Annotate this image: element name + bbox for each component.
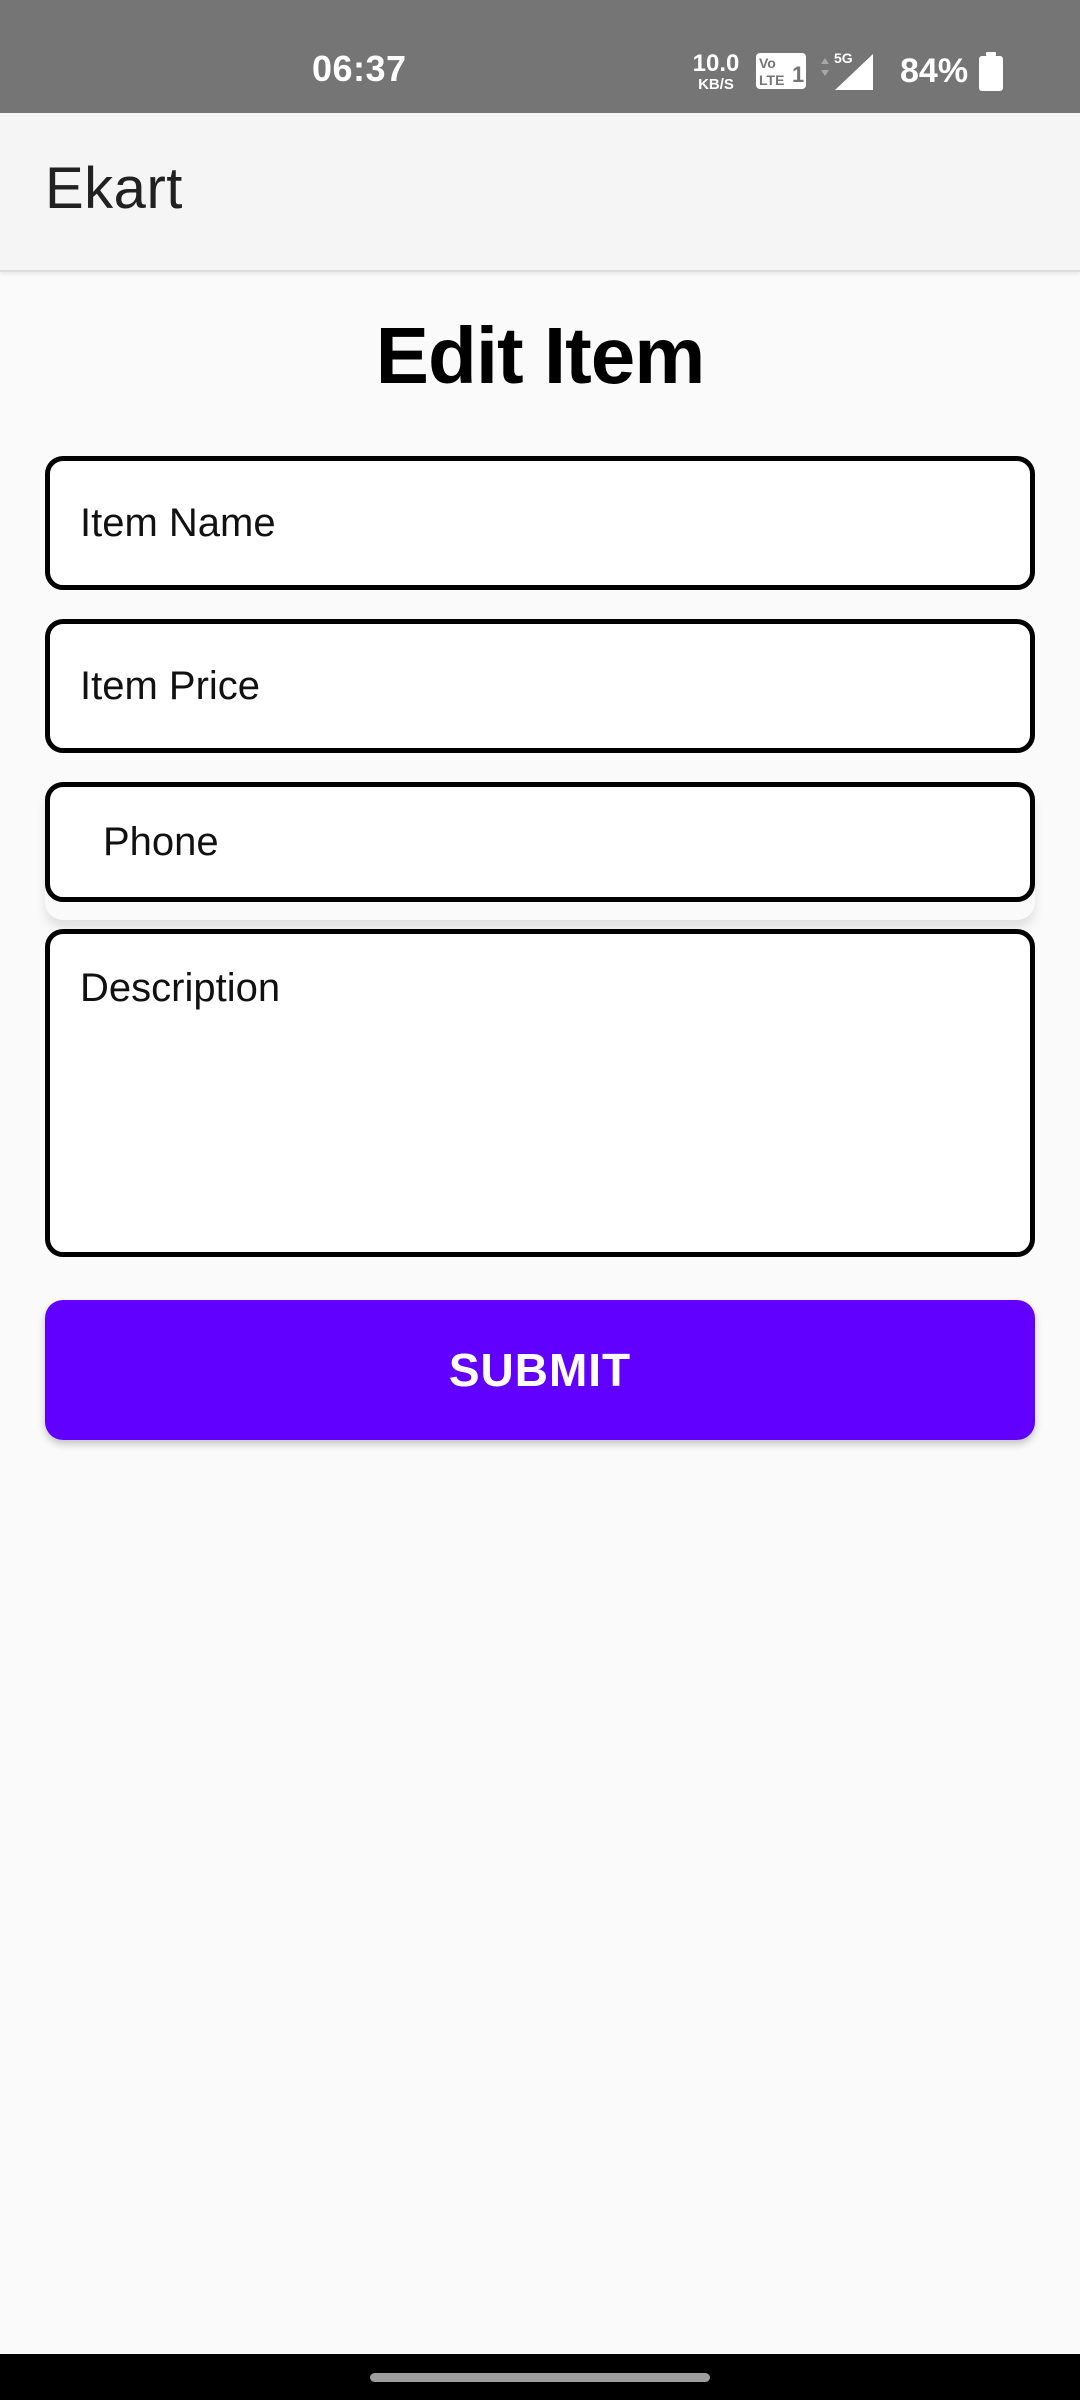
svg-text:1: 1: [792, 62, 804, 87]
network-speed-value: 10.0: [692, 50, 740, 77]
network-speed: 10.0 KB/S: [692, 50, 740, 93]
network-type: 5G: [834, 50, 853, 66]
home-indicator[interactable]: [370, 2373, 710, 2382]
item-name-input[interactable]: [45, 456, 1035, 590]
phone-input[interactable]: [45, 782, 1035, 902]
status-time: 06:37: [312, 48, 407, 89]
battery-icon: [979, 52, 1003, 91]
navigation-bar: [0, 2354, 1080, 2400]
app-title: Ekart: [45, 156, 183, 221]
battery-percentage: 84%: [900, 52, 969, 90]
svg-text:Vo: Vo: [759, 55, 776, 71]
phone-field-container: [45, 782, 1035, 920]
app-bar: Ekart: [0, 113, 1080, 272]
network-speed-unit: KB/S: [698, 76, 734, 93]
status-bar: 06:37 10.0 KB/S Vo LTE 1 5G 84%: [0, 0, 1080, 113]
page-title: Edit Item: [375, 311, 706, 400]
item-price-input[interactable]: [45, 619, 1035, 753]
svg-text:LTE: LTE: [759, 72, 784, 88]
signal-5g-icon: 5G: [821, 50, 873, 90]
volte-icon: Vo LTE 1: [756, 53, 806, 89]
submit-button[interactable]: SUBMIT: [45, 1300, 1035, 1440]
description-input[interactable]: [45, 929, 1035, 1257]
